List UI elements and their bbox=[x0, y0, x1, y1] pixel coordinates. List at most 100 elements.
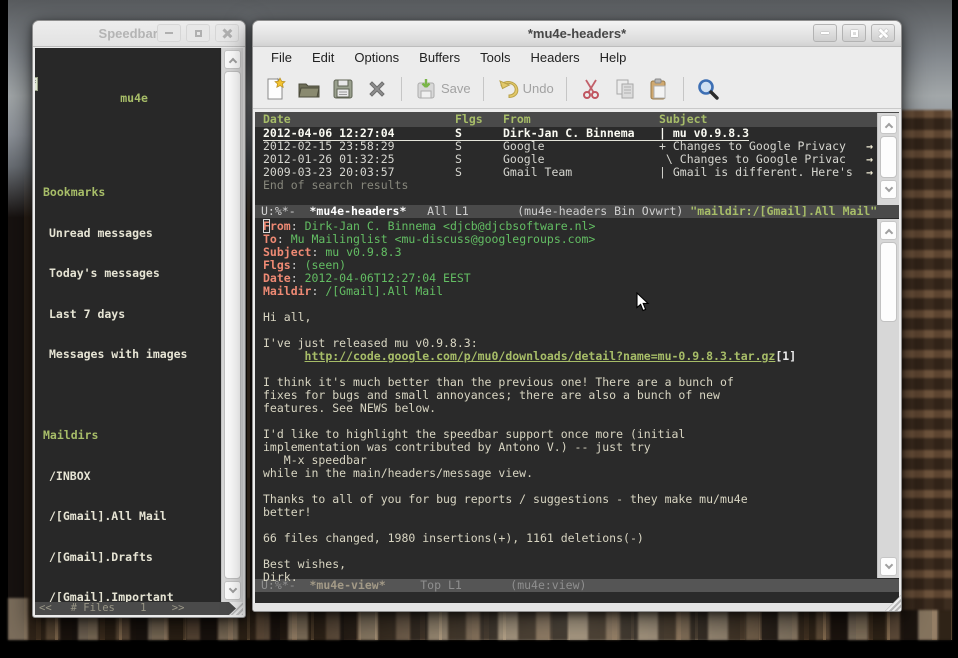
speedbar-item-todays-messages[interactable]: Today's messages bbox=[35, 267, 221, 281]
modeline-mu4e-headers: U:%*- *mu4e-headers* All L1 (mu4e-header… bbox=[255, 205, 899, 218]
paste-button[interactable] bbox=[645, 75, 673, 103]
emacs-maximize-button[interactable] bbox=[842, 24, 866, 42]
copy-button[interactable] bbox=[611, 75, 639, 103]
minibuffer[interactable] bbox=[255, 592, 899, 603]
menu-help[interactable]: Help bbox=[590, 48, 637, 68]
speedbar-scrollbar[interactable] bbox=[221, 48, 243, 602]
cut-button[interactable] bbox=[577, 75, 605, 103]
message-field-subject: Subject: mu v0.9.8.3 bbox=[263, 246, 876, 259]
menu-file[interactable]: File bbox=[261, 48, 302, 68]
emacs-minimize-button[interactable] bbox=[813, 24, 837, 42]
close-icon bbox=[879, 29, 888, 38]
toolbar: Save Undo bbox=[253, 69, 901, 109]
scroll-up-button[interactable] bbox=[880, 221, 897, 240]
message-body-bottom: I think it's much better than the previo… bbox=[263, 363, 876, 584]
toolbar-separator bbox=[483, 77, 484, 101]
headers-scrollbar[interactable] bbox=[877, 113, 899, 205]
end-of-search-results-text: End of search results bbox=[255, 179, 899, 192]
scroll-down-button[interactable] bbox=[880, 557, 897, 576]
save-arrow-icon bbox=[414, 77, 438, 101]
scroll-down-button[interactable] bbox=[224, 581, 241, 600]
headers-column-row: Date Flgs From Subject bbox=[255, 112, 899, 127]
view-scrollbar[interactable] bbox=[877, 219, 899, 578]
scrollbar-thumb[interactable] bbox=[880, 242, 897, 322]
wallpaper-city-right bbox=[894, 110, 952, 610]
message-field-maildir: Maildir: /[Gmail].All Mail bbox=[263, 285, 876, 298]
close-icon bbox=[223, 29, 232, 38]
search-magnifier-icon bbox=[696, 77, 720, 101]
speedbar-close-button[interactable] bbox=[215, 24, 239, 42]
maximize-icon bbox=[851, 30, 858, 37]
chevron-down-icon bbox=[228, 585, 236, 593]
speedbar-item-all-mail[interactable]: /[Gmail].All Mail bbox=[35, 510, 221, 524]
new-file-icon bbox=[263, 77, 287, 101]
chevron-up-icon bbox=[884, 228, 892, 236]
emacs-window-title: *mu4e-headers* bbox=[253, 26, 901, 41]
mu4e-headers-pane: Date Flgs From Subject 2012-04-06 12:27:… bbox=[255, 112, 899, 205]
chevron-down-icon bbox=[884, 184, 892, 192]
scroll-down-button[interactable] bbox=[880, 180, 897, 199]
mu4e-view-pane: From: Dirk-Jan C. Binnema <djcb@djcbsoft… bbox=[255, 218, 899, 579]
menu-headers[interactable]: Headers bbox=[520, 48, 589, 68]
emacs-editor-area: Date Flgs From Subject 2012-04-06 12:27:… bbox=[255, 112, 899, 603]
undo-button[interactable]: Undo bbox=[494, 75, 556, 103]
speedbar-item-inbox[interactable]: /INBOX bbox=[35, 470, 221, 484]
menu-tools[interactable]: Tools bbox=[470, 48, 520, 68]
paste-clipboard-icon bbox=[647, 77, 671, 101]
speedbar-titlebar[interactable]: Speedbar 1.0 bbox=[33, 21, 245, 47]
mouse-cursor-icon bbox=[636, 292, 650, 312]
chevron-up-icon bbox=[228, 57, 236, 65]
column-date[interactable]: Date bbox=[263, 112, 455, 127]
column-from[interactable]: From bbox=[503, 112, 659, 127]
minimize-icon bbox=[821, 32, 829, 34]
menu-options[interactable]: Options bbox=[344, 48, 409, 68]
emacs-close-button[interactable] bbox=[871, 24, 895, 42]
scroll-up-button[interactable] bbox=[224, 50, 241, 69]
save-disk-icon bbox=[331, 77, 355, 101]
open-folder-button[interactable] bbox=[295, 75, 323, 103]
column-subject[interactable]: Subject bbox=[659, 112, 707, 127]
truncation-arrow-icon: → bbox=[866, 166, 873, 179]
toolbar-separator bbox=[401, 77, 402, 101]
close-buffer-button[interactable] bbox=[363, 75, 391, 103]
save-button[interactable]: Save bbox=[412, 75, 473, 103]
undo-button-label: Undo bbox=[523, 81, 554, 96]
chevron-down-icon bbox=[884, 561, 892, 569]
modeline-query: "maildir:/[Gmail].All Mail" bbox=[690, 204, 877, 218]
search-button[interactable] bbox=[694, 75, 722, 103]
speedbar-statusbar: << # Files 1 >> bbox=[35, 602, 243, 615]
emacs-cursor: F bbox=[263, 219, 270, 233]
emacs-titlebar[interactable]: *mu4e-headers* bbox=[253, 21, 901, 47]
speedbar-item-unread-messages[interactable]: Unread messages bbox=[35, 227, 221, 241]
download-link[interactable]: http://code.google.com/p/mu0/downloads/d… bbox=[305, 349, 776, 363]
chevron-up-icon bbox=[884, 122, 892, 130]
undo-arrow-icon bbox=[496, 77, 520, 101]
speedbar-content: *mu4e Bookmarks Unread messages Today's … bbox=[35, 48, 243, 602]
toolbar-separator bbox=[566, 77, 567, 101]
modeline-buffer-name: *mu4e-headers* bbox=[309, 204, 406, 218]
menu-edit[interactable]: Edit bbox=[302, 48, 344, 68]
scroll-up-button[interactable] bbox=[880, 115, 897, 134]
cut-scissors-icon bbox=[579, 77, 603, 101]
speedbar-root-mu4e[interactable]: *mu4e bbox=[35, 78, 221, 119]
new-file-button[interactable] bbox=[261, 75, 289, 103]
scrollbar-thumb[interactable] bbox=[224, 71, 241, 579]
column-flgs[interactable]: Flgs bbox=[455, 112, 503, 127]
copy-pages-icon bbox=[613, 77, 637, 101]
link-footnote-ref: [1] bbox=[775, 349, 796, 363]
speedbar-heading-bookmarks: Bookmarks bbox=[35, 186, 221, 200]
speedbar-item-drafts[interactable]: /[Gmail].Drafts bbox=[35, 551, 221, 565]
menu-buffers[interactable]: Buffers bbox=[409, 48, 470, 68]
speedbar-minimize-button[interactable] bbox=[157, 24, 181, 42]
save-button-label: Save bbox=[441, 81, 471, 96]
toolbar-separator bbox=[683, 77, 684, 101]
scrollbar-thumb[interactable] bbox=[880, 136, 897, 178]
menubar: File Edit Options Buffers Tools Headers … bbox=[253, 47, 901, 69]
speedbar-item-last-7-days[interactable]: Last 7 days bbox=[35, 308, 221, 322]
speedbar-window: Speedbar 1.0 *mu4e Bookmarks Unread mess… bbox=[32, 20, 246, 618]
speedbar-item-messages-with-images[interactable]: Messages with images bbox=[35, 348, 221, 362]
emacs-frame-bottom-edge bbox=[253, 603, 901, 611]
speedbar-item-important[interactable]: /[Gmail].Important bbox=[35, 591, 221, 602]
save-disk-button[interactable] bbox=[329, 75, 357, 103]
speedbar-maximize-button[interactable] bbox=[186, 24, 210, 42]
